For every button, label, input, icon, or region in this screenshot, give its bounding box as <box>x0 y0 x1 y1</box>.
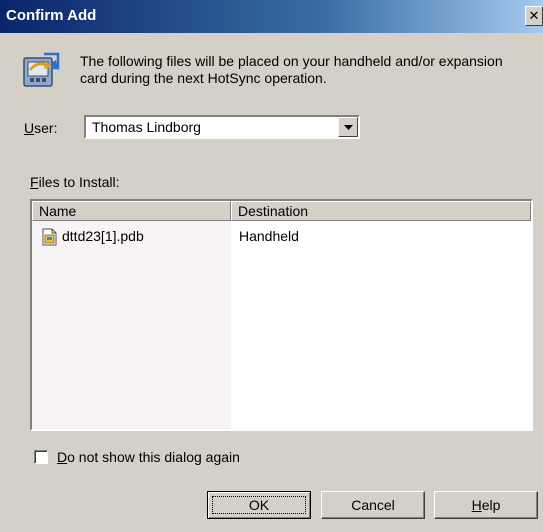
pdb-file-icon <box>42 228 58 246</box>
dont-show-again-checkbox[interactable] <box>34 450 48 464</box>
files-label-rest: iles to Install: <box>38 174 120 190</box>
hotsync-install-icon <box>22 50 62 90</box>
confirm-add-dialog: Confirm Add ✕ The following files will b… <box>0 0 543 532</box>
intro-message: The following files will be placed on yo… <box>80 53 503 86</box>
focus-rect <box>212 496 306 514</box>
user-dropdown[interactable]: Thomas Lindborg <box>84 115 360 139</box>
dont-show-mnemonic: D <box>57 449 68 465</box>
user-label-mnemonic: U <box>24 120 35 136</box>
window-title: Confirm Add <box>6 7 97 24</box>
file-destination: Handheld <box>239 228 299 244</box>
chevron-down-icon <box>344 125 353 130</box>
help-button[interactable]: Help <box>434 491 538 519</box>
cancel-button[interactable]: Cancel <box>321 491 425 519</box>
name-column-background <box>32 221 231 429</box>
user-dropdown-button[interactable] <box>338 117 358 137</box>
column-header-name[interactable]: Name <box>32 201 231 221</box>
dont-show-again-label[interactable]: Do not show this dialog again <box>57 449 240 465</box>
user-dropdown-value: Thomas Lindborg <box>92 119 201 135</box>
close-button[interactable]: ✕ <box>525 6 543 26</box>
help-mnemonic: H <box>471 497 482 513</box>
ok-button[interactable]: OK <box>207 491 311 519</box>
files-label-mnemonic: F <box>30 174 39 190</box>
files-list[interactable]: Name Destination dttd23[1].pdb Handheld <box>30 199 533 431</box>
help-rest: elp <box>481 497 501 513</box>
user-label-rest: ser: <box>34 120 58 136</box>
list-item[interactable]: dttd23[1].pdb Handheld <box>32 227 531 247</box>
column-header-destination[interactable]: Destination <box>231 201 531 221</box>
dont-show-rest: o not show this dialog again <box>67 449 240 465</box>
title-bar[interactable]: Confirm Add <box>0 0 543 33</box>
close-icon: ✕ <box>528 8 540 23</box>
files-to-install-label: Files to Install: <box>30 174 120 190</box>
cancel-button-label: Cancel <box>351 497 395 513</box>
user-label: User: <box>24 120 57 136</box>
file-name: dttd23[1].pdb <box>62 228 144 244</box>
